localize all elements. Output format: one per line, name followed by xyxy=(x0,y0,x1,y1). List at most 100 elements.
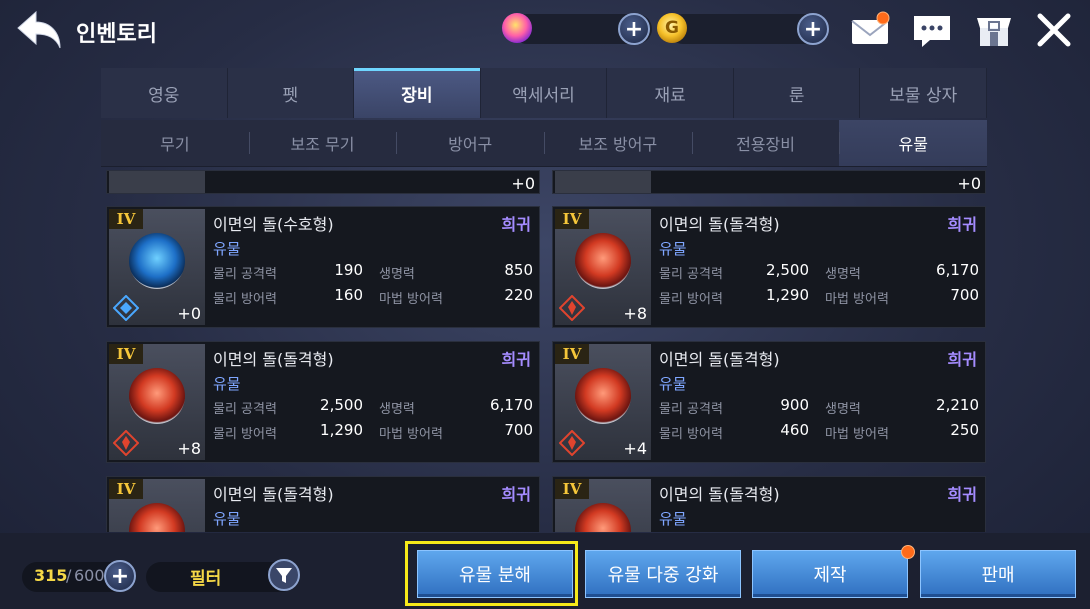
item-level: +8 xyxy=(177,439,201,458)
relic-dismantle-button[interactable]: 유물 분해 xyxy=(417,550,573,598)
craft-button[interactable]: 제작 xyxy=(752,550,908,598)
stat-value: 700 xyxy=(504,421,533,439)
tab-5[interactable]: 룬 xyxy=(733,68,861,118)
item-card[interactable]: IV 이면의 돌(돌격형) 희귀유물 xyxy=(106,476,540,532)
relic-stone-icon xyxy=(129,503,185,532)
tab-2[interactable]: 장비 xyxy=(354,68,481,118)
tab-4[interactable]: 재료 xyxy=(607,68,734,118)
stat-value: 1,290 xyxy=(320,421,363,439)
inventory-count-current: 315 xyxy=(34,566,68,585)
subtab-4[interactable]: 전용장비 xyxy=(691,120,840,166)
tab-1[interactable]: 펫 xyxy=(227,68,355,118)
add-gem-button[interactable]: + xyxy=(618,13,650,45)
mail-icon[interactable] xyxy=(848,10,892,50)
item-card[interactable]: IV +0 이면의 돌(수호형) 희귀 유물 물리 공격력 190 생명력 850 물리 방어력 1… xyxy=(106,206,540,328)
filter-icon[interactable] xyxy=(267,558,301,592)
subtab-3[interactable]: 보조 방어구 xyxy=(544,120,692,166)
stat-label: 마법 방어력 xyxy=(379,427,443,442)
item-rarity: 희귀 xyxy=(501,350,531,369)
item-thumbnail: IV xyxy=(109,479,205,532)
stat-value: 900 xyxy=(780,396,809,414)
item-level: +0 xyxy=(957,174,981,193)
item-name: 이면의 돌(돌격형) xyxy=(213,350,334,369)
gem-currency-icon xyxy=(502,13,532,43)
subtab-5[interactable]: 유물 xyxy=(839,120,988,166)
chat-icon[interactable] xyxy=(910,10,954,50)
item-name: 이면의 돌(돌격형) xyxy=(213,485,334,504)
category-tabs: 영웅 펫 장비 액세서리 재료 룬 보물 상자 xyxy=(101,68,988,118)
stat-value: 190 xyxy=(334,261,363,279)
stat-label: 마법 방어력 xyxy=(825,292,889,307)
relic-stone-icon xyxy=(575,233,631,289)
item-card[interactable]: IV +8 이면의 돌(돌격형) 희귀 유물 물리 공격력 2,500 생명력 6,170 물리 … xyxy=(106,341,540,463)
stat-value: 2,500 xyxy=(320,396,363,414)
close-icon[interactable] xyxy=(1032,10,1076,50)
stat-label: 생명력 xyxy=(825,267,861,282)
attack-type-icon xyxy=(559,430,585,456)
item-card[interactable]: IV +8 이면의 돌(돌격형) 희귀 유물 물리 공격력 2,500 생명력 6,170 물리 … xyxy=(552,206,986,328)
item-name: 이면의 돌(돌격형) xyxy=(659,350,780,369)
sell-button[interactable]: 판매 xyxy=(920,550,1076,598)
item-thumbnail: IV xyxy=(555,479,651,532)
item-card[interactable]: IV +4 이면의 돌(돌격형) 희귀 유물 물리 공격력 900 생명력 2,210 물리 방어… xyxy=(552,341,986,463)
item-rarity: 희귀 xyxy=(947,215,977,234)
item-level: +8 xyxy=(623,304,647,323)
subtab-2[interactable]: 방어구 xyxy=(396,120,544,166)
attack-type-icon xyxy=(559,295,585,321)
filter-label: 필터 xyxy=(190,569,222,589)
expand-inventory-button[interactable]: + xyxy=(104,560,136,592)
stat-value: 6,170 xyxy=(490,396,533,414)
grade-badge: IV xyxy=(555,344,589,364)
stat-value: 2,500 xyxy=(766,261,809,279)
item-rarity: 희귀 xyxy=(501,215,531,234)
tab-3[interactable]: 액세서리 xyxy=(480,68,608,118)
item-category: 유물 xyxy=(213,375,241,393)
stat-value: 2,210 xyxy=(936,396,979,414)
subtab-1[interactable]: 보조 무기 xyxy=(248,120,397,166)
relic-stone-icon xyxy=(575,368,631,424)
item-rarity: 희귀 xyxy=(501,485,531,504)
stat-label: 물리 공격력 xyxy=(213,267,277,282)
stat-value: 1,290 xyxy=(766,286,809,304)
stat-label: 물리 공격력 xyxy=(659,267,723,282)
relic-multi-enhance-button[interactable]: 유물 다중 강화 xyxy=(585,550,741,598)
item-category: 유물 xyxy=(659,510,687,528)
stat-value: 6,170 xyxy=(936,261,979,279)
item-card[interactable]: IV 이면의 돌(돌격형) 희귀 유물 xyxy=(552,476,986,532)
item-thumbnail: IV +0 xyxy=(109,209,205,325)
stat-label: 물리 방어력 xyxy=(659,292,723,307)
stat-label: 물리 방어력 xyxy=(213,427,277,442)
inventory-count-max: 600 xyxy=(74,566,105,585)
item-thumbnail-partial xyxy=(109,171,205,193)
subtab-0[interactable]: 무기 xyxy=(101,120,249,166)
item-name: 이면의 돌(수호형) xyxy=(213,215,334,234)
item-category: 유물 xyxy=(213,510,241,528)
back-arrow-icon[interactable] xyxy=(14,8,66,52)
shop-icon[interactable] xyxy=(972,10,1016,50)
page-title: 인벤토리 xyxy=(76,22,157,47)
add-gold-button[interactable]: + xyxy=(797,13,829,45)
item-level: +4 xyxy=(623,439,647,458)
stat-label: 마법 방어력 xyxy=(825,427,889,442)
stat-value: 460 xyxy=(780,421,809,439)
item-name: 이면의 돌(돌격형) xyxy=(659,215,780,234)
item-category: 유물 xyxy=(659,375,687,393)
attack-type-icon xyxy=(113,430,139,456)
item-card-partial[interactable]: +0 xyxy=(106,170,540,194)
item-list[interactable]: +0 +0 IV +0 이면의 돌(수호형) 희귀 유물 물리 공격력 190 생명력 850 물리 … xyxy=(106,170,988,532)
stat-value: 220 xyxy=(504,286,533,304)
stat-label: 마법 방어력 xyxy=(379,292,443,307)
grade-badge: IV xyxy=(555,479,589,499)
relic-stone-icon xyxy=(129,368,185,424)
item-card-partial[interactable]: +0 xyxy=(552,170,986,194)
relic-stone-icon xyxy=(575,503,631,532)
tab-0[interactable]: 영웅 xyxy=(101,68,228,118)
stat-label: 물리 공격력 xyxy=(659,402,723,417)
stat-label: 생명력 xyxy=(825,402,861,417)
stat-label: 물리 방어력 xyxy=(213,292,277,307)
tab-6[interactable]: 보물 상자 xyxy=(860,68,988,118)
grade-badge: IV xyxy=(109,209,143,229)
stat-label: 물리 방어력 xyxy=(659,427,723,442)
item-rarity: 희귀 xyxy=(947,485,977,504)
notification-dot xyxy=(901,545,915,559)
